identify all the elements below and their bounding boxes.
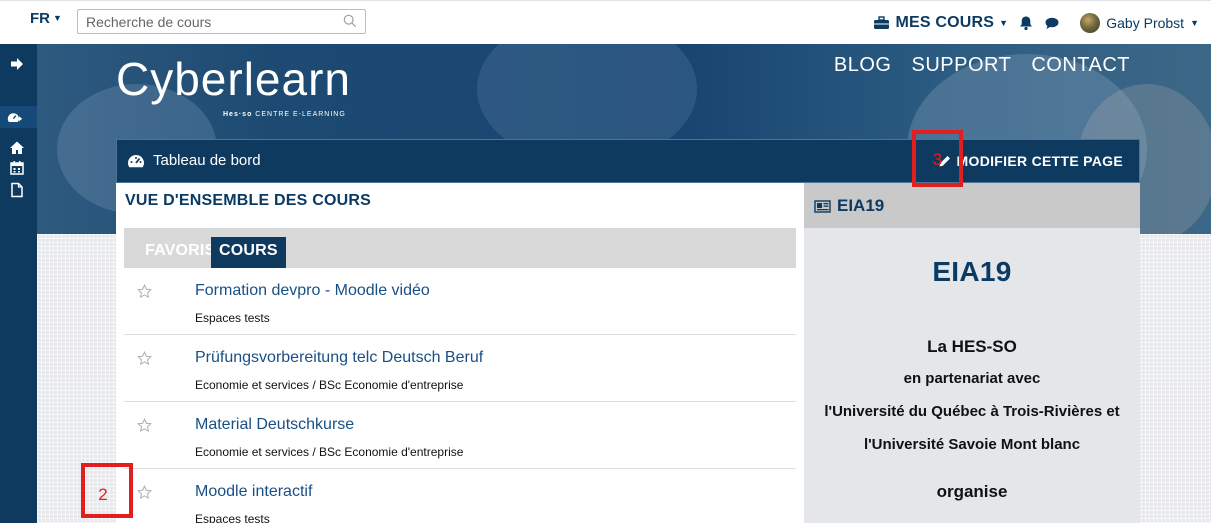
star-icon[interactable] bbox=[137, 418, 152, 433]
star-icon[interactable] bbox=[137, 284, 152, 299]
language-selector[interactable]: FR ▼ bbox=[30, 10, 62, 27]
edit-page-label: MODIFIER CETTE PAGE bbox=[956, 153, 1123, 169]
caret-down-icon: ▼ bbox=[1190, 18, 1199, 28]
briefcase-icon bbox=[874, 16, 890, 29]
list-item: Moodle interactif Espaces tests bbox=[124, 469, 796, 523]
user-name: Gaby Probst bbox=[1106, 15, 1185, 31]
block-text: l'Université Savoie Mont blanc bbox=[863, 436, 1081, 453]
block-text: en partenariat avec bbox=[903, 370, 1041, 387]
block-text: organise bbox=[936, 482, 1008, 501]
banner-nav: BLOG SUPPORT CONTACT bbox=[834, 54, 1130, 77]
course-link[interactable]: Formation devpro - Moodle vidéo bbox=[195, 282, 430, 300]
course-category: Espaces tests bbox=[195, 311, 270, 325]
home-icon[interactable] bbox=[9, 140, 25, 156]
nav-blog-link[interactable]: BLOG bbox=[834, 54, 892, 77]
course-category: Economie et services / BSc Economie d'en… bbox=[195, 445, 464, 459]
section-title: VUE D'ENSEMBLE DES COURS bbox=[125, 192, 371, 209]
user-menu[interactable]: Gaby Probst ▼ bbox=[1080, 13, 1199, 33]
tab-courses[interactable]: COURS bbox=[211, 237, 286, 268]
list-item: Material Deutschkurse Economie et servic… bbox=[124, 402, 796, 469]
bell-icon[interactable] bbox=[1018, 15, 1034, 31]
newspaper-icon bbox=[814, 199, 831, 213]
dashboard-title: Tableau de bord bbox=[153, 152, 261, 169]
avatar bbox=[1080, 13, 1101, 33]
course-overview-panel: VUE D'ENSEMBLE DES COURS FAVORIS COURS F… bbox=[116, 183, 804, 523]
nav-support-link[interactable]: SUPPORT bbox=[911, 54, 1011, 77]
my-courses-label: MES COURS bbox=[895, 14, 995, 31]
course-link[interactable]: Material Deutschkurse bbox=[195, 416, 354, 434]
file-icon[interactable] bbox=[9, 182, 25, 198]
course-category: Economie et services / BSc Economie d'en… bbox=[195, 378, 464, 392]
cyberlearn-logo[interactable]: Cyberlearn bbox=[116, 52, 351, 106]
dashboard-icon[interactable] bbox=[7, 110, 23, 126]
chat-bubble-icon[interactable] bbox=[1044, 15, 1060, 31]
calendar-icon[interactable] bbox=[9, 160, 25, 176]
caret-down-icon: ▼ bbox=[999, 18, 1009, 28]
expand-arrow-icon[interactable] bbox=[9, 56, 25, 72]
edit-page-button[interactable]: MODIFIER CETTE PAGE bbox=[938, 153, 1123, 169]
logo-sub-bold: Hes·so bbox=[223, 111, 253, 118]
annotation-callout-3: 3 bbox=[912, 130, 963, 187]
eia19-block: EIA19 EIA19 La HES-SO en partenariat ave… bbox=[804, 183, 1140, 523]
list-item: Prüfungsvorbereitung telc Deutsch Beruf … bbox=[124, 335, 796, 402]
top-right-nav: MES COURS ▼ Gaby Probst ▼ bbox=[873, 1, 1199, 45]
block-title: EIA19 bbox=[814, 196, 884, 216]
nav-contact-link[interactable]: CONTACT bbox=[1031, 54, 1130, 77]
top-bar: FR▼ MES COURS ▼ Gaby Probst ▼ bbox=[0, 0, 1211, 44]
search-icon[interactable] bbox=[343, 14, 357, 28]
course-tabs: FAVORIS COURS bbox=[124, 228, 796, 268]
star-icon[interactable] bbox=[137, 351, 152, 366]
left-rail bbox=[0, 44, 37, 523]
page-title: Tableau de bord bbox=[127, 152, 261, 169]
my-courses-menu[interactable]: MES COURS ▼ bbox=[873, 14, 1008, 32]
logo-sub-text: CENTRE E-LEARNING bbox=[252, 111, 346, 118]
language-label: FR bbox=[30, 10, 50, 27]
course-link[interactable]: Moodle interactif bbox=[195, 483, 312, 501]
logo-subtitle: Hes·so CENTRE E-LEARNING bbox=[223, 111, 346, 118]
block-text: l'Université du Québec à Trois-Rivières … bbox=[824, 403, 1120, 420]
block-text: La HES-SO bbox=[927, 337, 1017, 356]
course-link[interactable]: Prüfungsvorbereitung telc Deutsch Beruf bbox=[195, 349, 483, 367]
block-big-title: EIA19 bbox=[932, 256, 1012, 287]
list-item: Formation devpro - Moodle vidéo Espaces … bbox=[124, 268, 796, 335]
annotation-callout-2: 2 bbox=[81, 463, 133, 518]
caret-down-icon: ▼ bbox=[53, 13, 62, 23]
dashboard-icon bbox=[128, 154, 144, 167]
course-category: Espaces tests bbox=[195, 512, 270, 523]
block-header: EIA19 bbox=[804, 183, 1140, 228]
search-input[interactable] bbox=[78, 10, 328, 33]
dashboard-header: Tableau de bord MODIFIER CETTE PAGE bbox=[116, 139, 1140, 183]
star-icon[interactable] bbox=[137, 485, 152, 500]
block-title-text: EIA19 bbox=[837, 196, 885, 215]
search-box bbox=[77, 9, 366, 34]
